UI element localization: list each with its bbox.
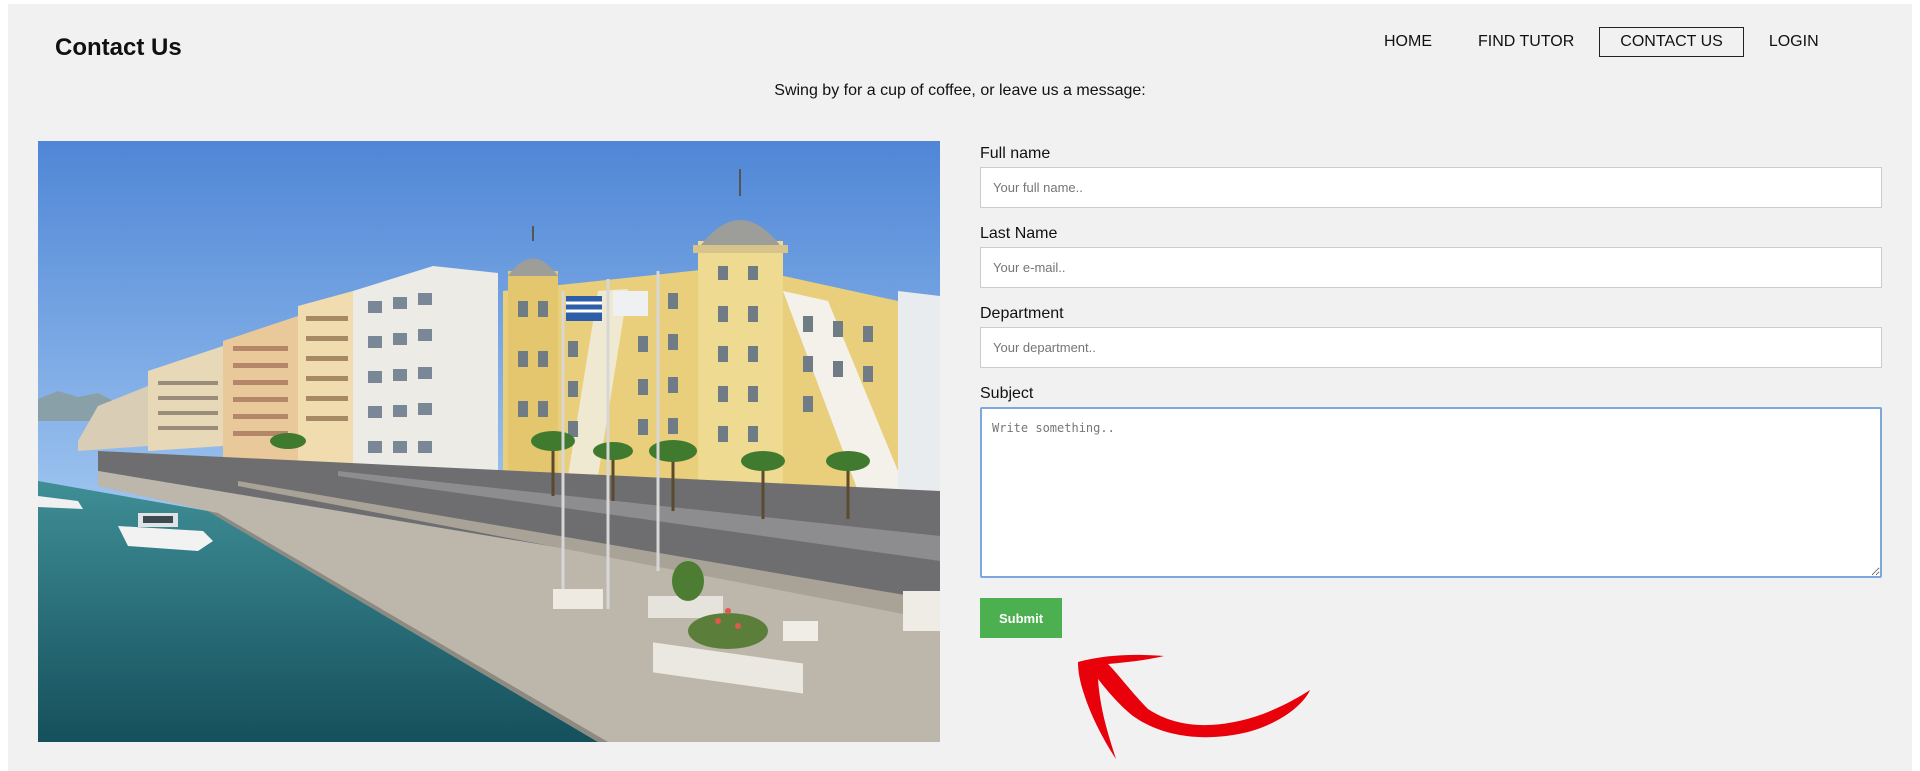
last-name-label: Last Name: [980, 225, 1058, 242]
department-input[interactable]: [980, 327, 1882, 368]
submit-button[interactable]: Submit: [980, 598, 1062, 638]
page-title: Contact Us: [55, 34, 182, 61]
nav-contact-us[interactable]: CONTACT US: [1599, 27, 1744, 57]
last-name-input[interactable]: [980, 247, 1882, 288]
full-name-label: Full name: [980, 145, 1051, 162]
page: Contact Us HOME FIND TUTOR CONTACT US LO…: [8, 4, 1912, 771]
nav-home[interactable]: HOME: [1363, 27, 1453, 57]
full-name-input[interactable]: [980, 167, 1882, 208]
red-arrow-icon: [1078, 654, 1310, 759]
top-nav: HOME FIND TUTOR CONTACT US LOGIN: [1363, 27, 1844, 57]
subject-label: Subject: [980, 385, 1034, 402]
subject-textarea[interactable]: [980, 407, 1882, 578]
tagline: Swing by for a cup of coffee, or leave u…: [774, 82, 1146, 99]
waterfront-building-photo: [38, 141, 940, 742]
department-label: Department: [980, 305, 1064, 322]
nav-find-tutor[interactable]: FIND TUTOR: [1457, 27, 1595, 57]
contact-form: Full name Last Name Department Subject S…: [980, 144, 1882, 638]
nav-login[interactable]: LOGIN: [1748, 27, 1840, 57]
